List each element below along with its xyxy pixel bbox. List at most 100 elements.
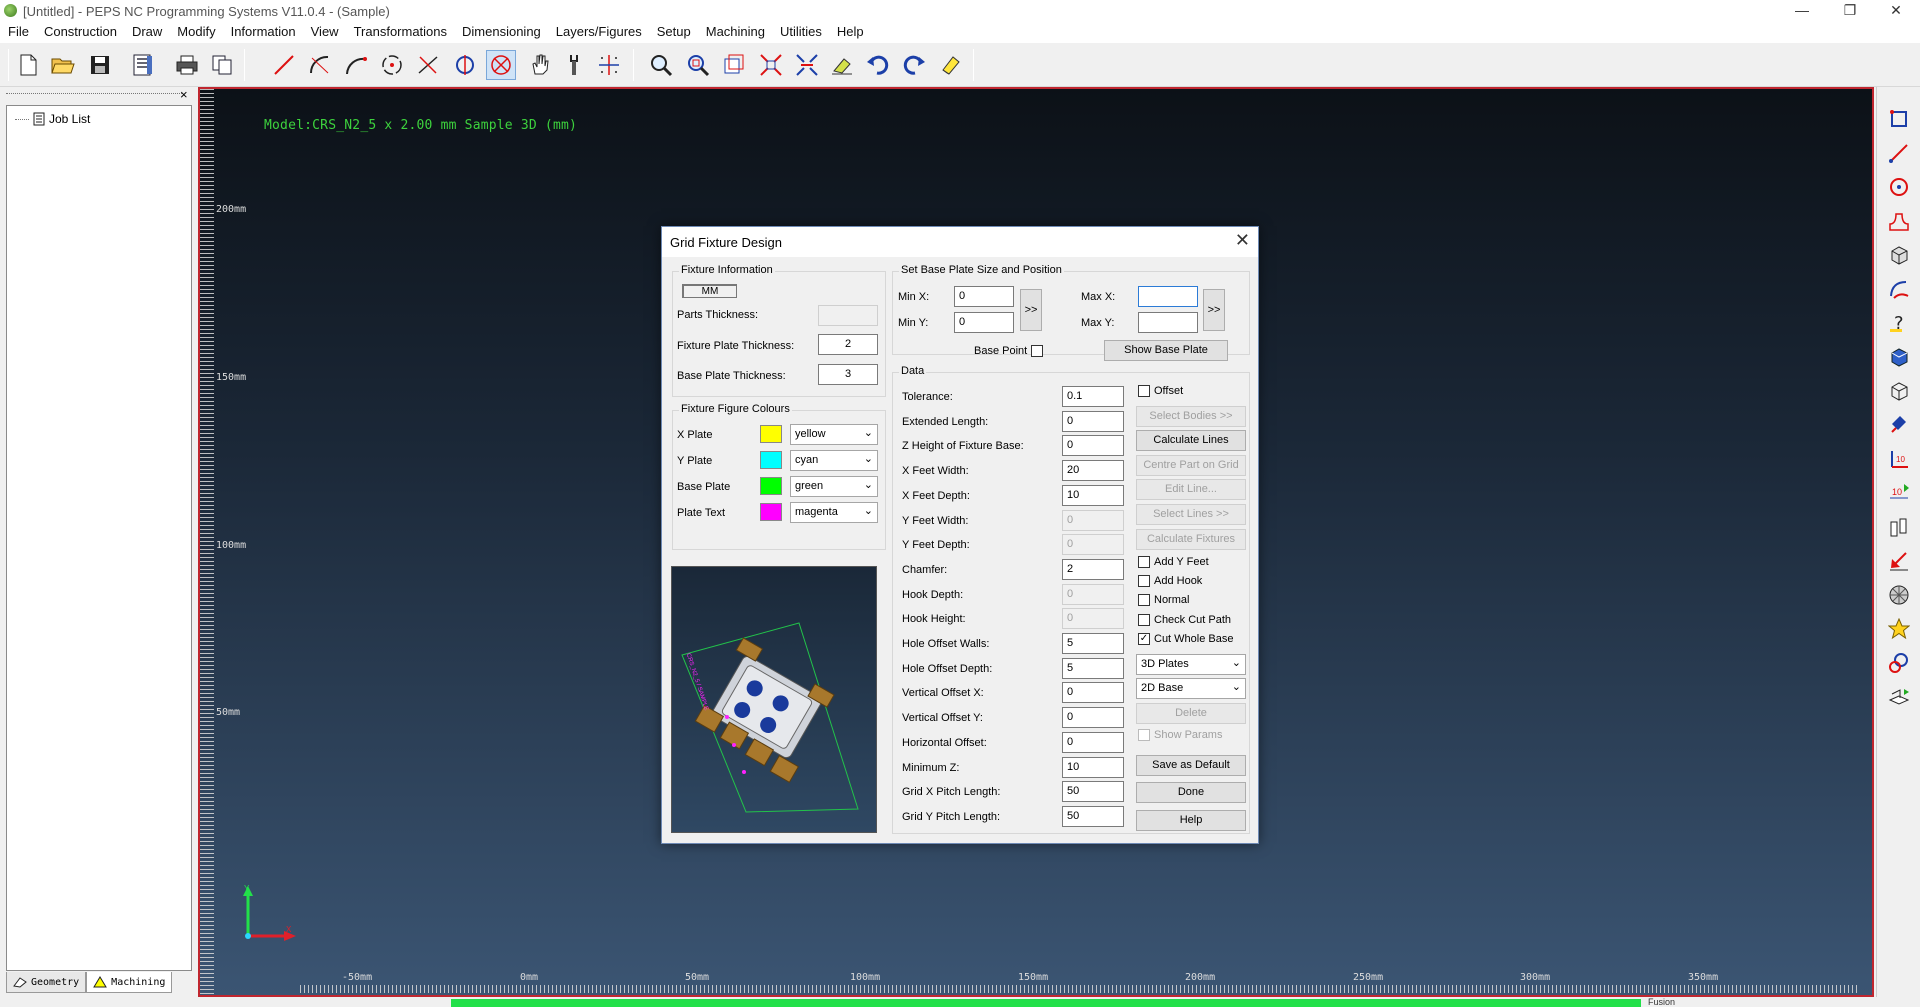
x-plate-colour-select[interactable]: yellow ⌄ — [790, 424, 878, 445]
zoom-icon[interactable] — [646, 50, 676, 80]
plate-text-colour-select[interactable]: magenta ⌄ — [790, 502, 878, 523]
star-icon[interactable] — [1885, 615, 1913, 643]
copy-icon[interactable] — [207, 50, 237, 80]
offset-checkbox[interactable]: Offset — [1138, 385, 1183, 397]
save-as-default-button[interactable]: Save as Default — [1136, 755, 1246, 776]
max-x-input[interactable] — [1138, 286, 1198, 307]
box-select-icon[interactable] — [1885, 105, 1913, 133]
menu-draw[interactable]: Draw — [124, 22, 169, 43]
help-button[interactable]: Help — [1136, 810, 1246, 831]
close-button[interactable]: ✕ — [1874, 0, 1918, 22]
y-plate-colour-select[interactable]: cyan ⌄ — [790, 450, 878, 471]
data-row-input[interactable]: 0 — [1062, 707, 1124, 728]
fixture-plates-icon[interactable] — [1885, 513, 1913, 541]
show-base-plate-button[interactable]: Show Base Plate — [1104, 340, 1228, 361]
data-row-input[interactable]: 0 — [1062, 682, 1124, 703]
measure-circle-icon[interactable] — [1885, 173, 1913, 201]
menu-dimensioning[interactable]: Dimensioning — [454, 22, 548, 43]
offset-box[interactable] — [1138, 385, 1150, 397]
grid-points-icon[interactable] — [594, 50, 624, 80]
add-hook-box[interactable] — [1138, 575, 1150, 587]
cancel-select-icon[interactable] — [486, 50, 516, 80]
add-y-feet-box[interactable] — [1138, 556, 1150, 568]
check-cut-path-checkbox[interactable]: Check Cut Path — [1138, 614, 1231, 626]
minimize-button[interactable]: — — [1780, 0, 1824, 22]
done-button[interactable]: Done — [1136, 782, 1246, 803]
menu-layers-figures[interactable]: Layers/Figures — [548, 22, 649, 43]
add-y-feet-checkbox[interactable]: Add Y Feet — [1138, 556, 1209, 568]
arrow-down-left-icon[interactable] — [1885, 547, 1913, 575]
check-cut-path-box[interactable] — [1138, 614, 1150, 626]
base-plate-thickness-input[interactable]: 3 — [818, 364, 878, 385]
data-row-input[interactable]: 20 — [1062, 460, 1124, 481]
zoom-fit-icon[interactable] — [792, 50, 822, 80]
data-row-input[interactable]: 50 — [1062, 781, 1124, 802]
curve-icon[interactable] — [1885, 275, 1913, 303]
redo-icon[interactable] — [899, 50, 929, 80]
layers-icon[interactable] — [1885, 683, 1913, 711]
menu-information[interactable]: Information — [223, 22, 303, 43]
add-circle-icon[interactable] — [1885, 649, 1913, 677]
zoom-extents-icon[interactable] — [756, 50, 786, 80]
max-y-input[interactable] — [1138, 312, 1198, 333]
menu-construction[interactable]: Construction — [36, 22, 124, 43]
menu-file[interactable]: File — [0, 22, 36, 43]
zoom-window-icon[interactable] — [683, 50, 713, 80]
base-mode-select[interactable]: 2D Base ⌄ — [1136, 678, 1246, 699]
tangent-icon[interactable] — [413, 50, 443, 80]
save-icon[interactable] — [85, 50, 115, 80]
delete-button[interactable]: Delete — [1136, 703, 1246, 724]
query-icon[interactable]: ? — [1885, 309, 1913, 337]
calculate-lines-button[interactable]: Calculate Lines — [1136, 430, 1246, 451]
data-row-input[interactable]: 0.1 — [1062, 386, 1124, 407]
rotate-icon[interactable] — [450, 50, 480, 80]
cut-whole-base-box[interactable]: ✓ — [1138, 633, 1150, 645]
wireframe-icon[interactable] — [1885, 377, 1913, 405]
profile-icon[interactable] — [1885, 207, 1913, 235]
data-row-input[interactable]: 10 — [1062, 485, 1124, 506]
open-icon[interactable] — [48, 50, 78, 80]
calculate-fixtures-button[interactable]: Calculate Fixtures — [1136, 529, 1246, 550]
data-row-input[interactable]: 2 — [1062, 559, 1124, 580]
hand-icon[interactable] — [524, 50, 554, 80]
show-params-box[interactable] — [1138, 729, 1150, 741]
select-lines-button[interactable]: Select Lines >> — [1136, 504, 1246, 525]
select-bodies-button[interactable]: Select Bodies >> — [1136, 406, 1246, 427]
data-row-input[interactable]: 50 — [1062, 806, 1124, 827]
min-pick-button[interactable]: >> — [1020, 289, 1042, 331]
panel-close-button[interactable]: × — [180, 87, 188, 102]
add-hook-checkbox[interactable]: Add Hook — [1138, 575, 1202, 587]
centre-part-button[interactable]: Centre Part on Grid — [1136, 455, 1246, 476]
job-tree[interactable]: Job List — [6, 105, 192, 971]
solid-box-icon[interactable] — [1885, 241, 1913, 269]
clear-icon[interactable] — [935, 50, 965, 80]
measure-line-icon[interactable] — [1885, 139, 1913, 167]
dialog-title-bar[interactable]: Grid Fixture Design ✕ — [662, 227, 1258, 257]
normal-checkbox[interactable]: Normal — [1138, 594, 1189, 606]
menu-setup[interactable]: Setup — [649, 22, 698, 43]
dimension-step-icon[interactable]: 10 — [1885, 479, 1913, 507]
dimension-icon[interactable]: 10 — [1885, 445, 1913, 473]
data-row-input[interactable]: 0 — [1062, 435, 1124, 456]
menu-machining[interactable]: Machining — [698, 22, 772, 43]
menu-utilities[interactable]: Utilities — [772, 22, 829, 43]
circle-icon[interactable] — [377, 50, 407, 80]
edit-line-button[interactable]: Edit Line... — [1136, 479, 1246, 500]
tab-geometry[interactable]: Geometry — [6, 972, 87, 993]
data-row-input[interactable]: 10 — [1062, 757, 1124, 778]
data-row-input[interactable]: 0 — [1062, 534, 1124, 555]
menu-modify[interactable]: Modify — [169, 22, 222, 43]
menu-transformations[interactable]: Transformations — [346, 22, 454, 43]
data-row-input[interactable]: 5 — [1062, 633, 1124, 654]
data-row-input[interactable]: 0 — [1062, 411, 1124, 432]
tab-machining[interactable]: Machining — [86, 972, 173, 993]
view-3d-icon[interactable] — [1885, 343, 1913, 371]
panel-grip[interactable] — [6, 93, 182, 95]
data-row-input[interactable]: 5 — [1062, 658, 1124, 679]
print-icon[interactable] — [172, 50, 202, 80]
data-row-input[interactable]: 0 — [1062, 584, 1124, 605]
show-params-checkbox[interactable]: Show Params — [1138, 729, 1222, 741]
parts-thickness-input[interactable] — [818, 305, 878, 326]
data-row-input[interactable]: 0 — [1062, 510, 1124, 531]
tool-icon[interactable] — [559, 50, 589, 80]
